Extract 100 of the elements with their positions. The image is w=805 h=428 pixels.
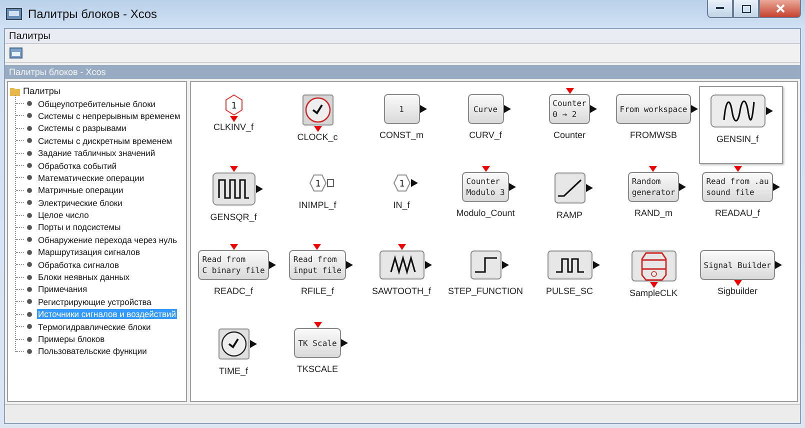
palette-block[interactable]: RAMP — [531, 164, 615, 242]
tree-root-label[interactable]: Палитры — [23, 86, 60, 96]
palette-block[interactable]: Read from C binary file READC_f — [195, 242, 279, 320]
palette-block[interactable]: Read from .au sound file READAU_f — [699, 164, 783, 242]
tree-bullet-icon — [27, 188, 32, 193]
tree-item[interactable]: Матричные операции — [37, 185, 124, 196]
tree-item[interactable]: Термогидравлические блоки — [37, 322, 152, 332]
tree-bullet-icon — [27, 212, 32, 218]
palette-block[interactable]: 1 IN_f — [363, 164, 447, 242]
block-name: CLOCK_c — [297, 132, 338, 142]
input-port-hexagon: 1 — [392, 172, 410, 194]
tree-item[interactable]: Обработка сигналов — [37, 260, 120, 270]
tree-item[interactable]: Математические операции — [37, 172, 146, 183]
palette-block[interactable]: CLOCK_c — [279, 86, 363, 164]
tree-item[interactable]: Задание табличных значений — [37, 148, 156, 158]
palette-block[interactable]: Read from input file RFILE_f — [279, 242, 363, 320]
palette-block[interactable]: PULSE_SC — [531, 242, 615, 320]
tree-bullet-icon — [27, 262, 32, 268]
palette-block[interactable]: GENSQR_f — [195, 164, 279, 242]
tree-item[interactable]: Блоки неявных данных — [37, 272, 130, 282]
maximize-button[interactable] — [733, 0, 759, 18]
block-name: Sigbuilder — [717, 286, 758, 296]
block-symbol: TK Scale — [294, 328, 341, 358]
minimize-button[interactable] — [707, 0, 733, 18]
block-symbol: Read from .au sound file — [702, 172, 773, 202]
block-name: CLKINV_f — [213, 122, 254, 132]
tree-bullet-icon — [27, 299, 32, 304]
block-symbol: 1 — [384, 94, 420, 124]
tree-bullet-icon — [27, 175, 32, 180]
menu-item[interactable]: Палитры — [9, 30, 50, 42]
tree-item[interactable]: Целое число — [37, 210, 90, 220]
tree-item[interactable]: Примечания — [37, 284, 88, 294]
tree-item[interactable]: Пользовательские функции — [37, 346, 148, 356]
block-symbol: Read from C binary file — [198, 250, 269, 280]
tree-item[interactable]: Обнаружение перехода через нуль — [37, 234, 178, 245]
tree-item[interactable]: Системы с разрывами — [37, 123, 128, 134]
block-name: SampleCLK — [629, 288, 678, 298]
tree-item[interactable]: Маршрутизация сигналов — [37, 247, 141, 258]
tree-item[interactable]: Примеры блоков — [37, 334, 106, 344]
block-name: STEP_FUNCTION — [448, 286, 524, 296]
palette-block[interactable]: From workspace FROMWSB — [615, 86, 699, 164]
block-name: INIMPL_f — [298, 200, 336, 210]
palette-block[interactable]: 1 CONST_m — [363, 86, 447, 164]
palette-block[interactable]: Counter 0 → 2 Counter — [531, 86, 615, 164]
square-wave-icon — [212, 172, 256, 206]
input-port-hexagon: 1 — [308, 172, 326, 194]
block-name: TIME_f — [218, 366, 248, 376]
close-button[interactable] — [759, 0, 801, 18]
tree-bullet-icon — [27, 163, 32, 168]
palette-block[interactable]: 1 INIMPL_f — [279, 164, 363, 242]
palette-block[interactable]: SampleCLK — [615, 242, 699, 320]
palette-block[interactable]: GENSIN_f — [699, 86, 783, 164]
block-symbol: Curve — [468, 94, 504, 124]
block-name: CURV_f — [469, 130, 502, 140]
tree-item[interactable]: Системы с дискретным временем — [37, 136, 174, 146]
tree-bullet-icon — [27, 336, 32, 342]
block-name: TKSCALE — [296, 364, 338, 374]
ramp-icon — [554, 172, 586, 204]
tree-bullet-icon — [27, 274, 32, 280]
block-name: PULSE_SC — [546, 286, 594, 296]
tree-item[interactable]: Обработка событий — [37, 160, 118, 171]
block-name: GENSQR_f — [210, 212, 257, 222]
tree-item[interactable]: Регистрирующие устройства — [37, 296, 152, 307]
block-name: RAND_m — [634, 208, 672, 218]
palette-block[interactable]: Random generator RAND_m — [615, 164, 699, 242]
tree-bullet-icon — [27, 113, 32, 118]
block-name: Counter — [553, 130, 586, 140]
block-name: IN_f — [393, 200, 410, 210]
block-name: READC_f — [214, 286, 253, 296]
palette-block[interactable]: 1 CLKINV_f — [195, 86, 279, 164]
tree-bullet-icon — [27, 286, 32, 292]
block-name: RAMP — [556, 210, 582, 220]
tree-bullet-icon — [27, 200, 32, 206]
palette-block[interactable]: Signal Builder Sigbuilder — [699, 242, 783, 320]
pulse-wave-icon — [546, 250, 592, 280]
tree-bullet-icon — [27, 126, 32, 131]
palette-block[interactable]: STEP_FUNCTION — [447, 242, 531, 320]
tree-item[interactable]: Порты и подсистемы — [37, 222, 122, 232]
palette-block[interactable]: TIME_f — [195, 320, 279, 398]
palette-block[interactable]: Curve CURV_f — [447, 86, 531, 164]
palette-block[interactable]: Counter Modulo 3 Modulo_Count — [447, 164, 531, 242]
tree-bullet-icon — [27, 348, 32, 354]
close-icon — [776, 4, 784, 13]
block-name: Modulo_Count — [456, 208, 515, 218]
tree-item[interactable]: Общеупотребительные блоки — [37, 98, 157, 109]
tree-bullet-icon — [27, 101, 32, 106]
app-icon — [6, 8, 22, 20]
palette-block[interactable]: TK Scale TKSCALE — [279, 320, 363, 398]
tree-item[interactable]: Системы с непрерывным временем — [37, 110, 182, 121]
tree-bullet-icon — [27, 312, 32, 317]
block-symbol: Signal Builder — [700, 250, 776, 280]
palette-block[interactable]: SAWTOOTH_f — [363, 242, 447, 320]
sawtooth-wave-icon — [378, 250, 424, 280]
block-name: SAWTOOTH_f — [372, 286, 431, 296]
open-folder-button[interactable] — [9, 46, 23, 60]
sine-wave-icon — [710, 94, 766, 128]
block-name: GENSIN_f — [716, 134, 758, 144]
block-name: FROMWSB — [630, 130, 677, 140]
minimize-icon — [716, 7, 724, 10]
tree-item[interactable]: Электрические блоки — [37, 198, 124, 208]
